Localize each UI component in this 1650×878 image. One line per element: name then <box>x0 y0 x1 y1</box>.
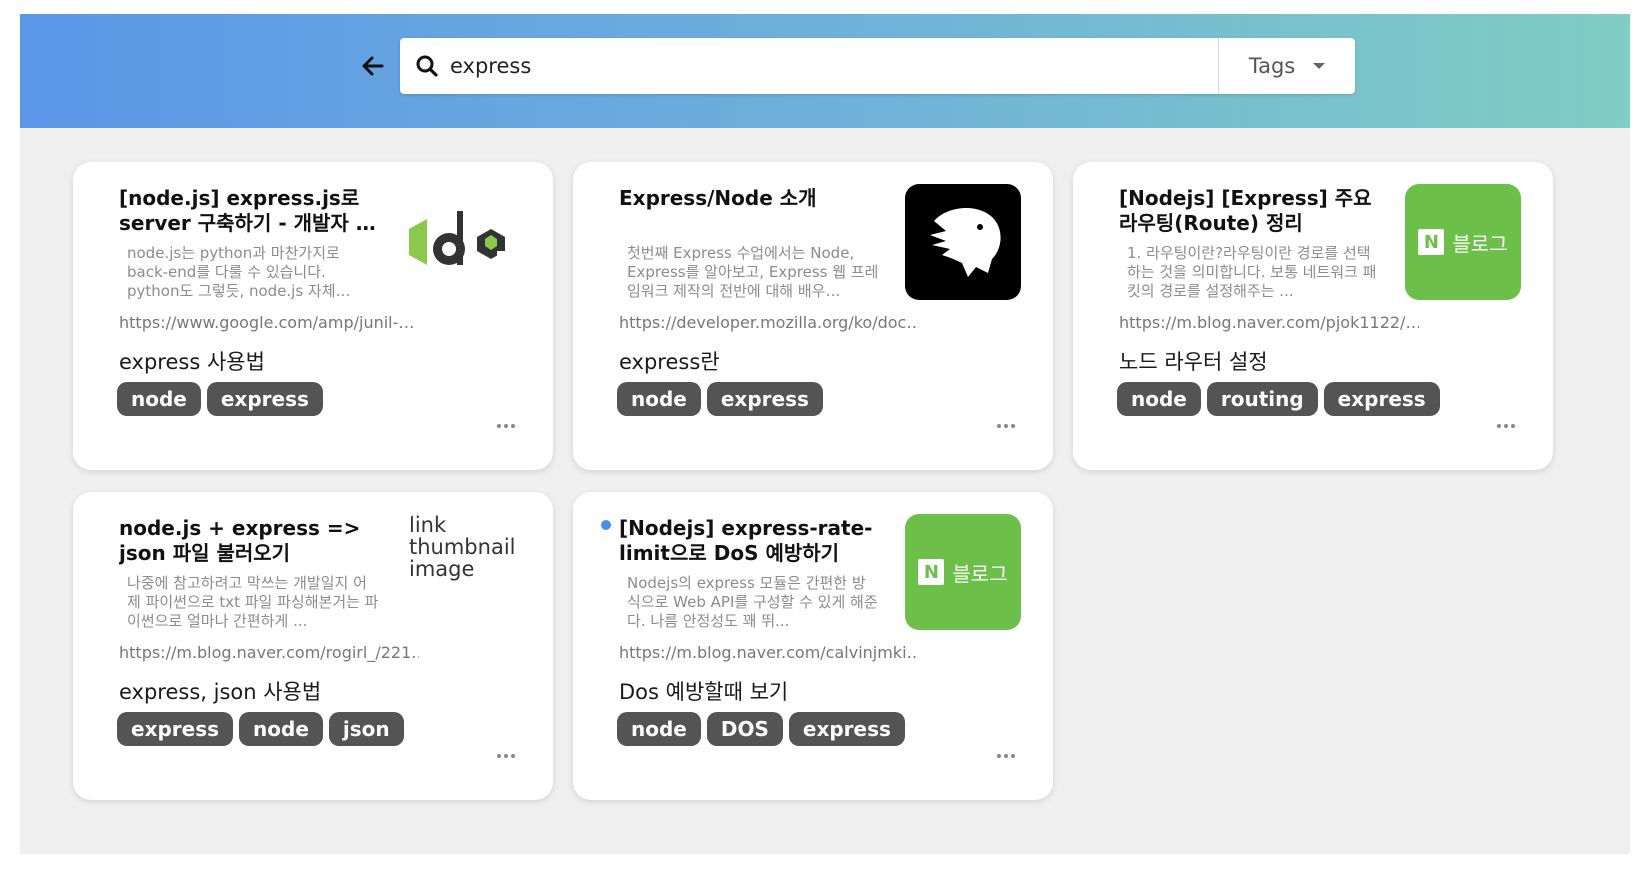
naver-blog-thumbnail: N 블로그 <box>905 514 1021 630</box>
tag-chip[interactable]: node <box>117 382 201 416</box>
tag-chip[interactable]: node <box>239 712 323 746</box>
card-tags: node express <box>617 382 823 416</box>
header-bar: Tags <box>20 14 1630 128</box>
bookmark-card[interactable]: Express/Node 소개 첫번째 Express 수업에서는 Node, … <box>573 162 1053 470</box>
tag-chip[interactable]: routing <box>1206 382 1318 416</box>
card-url[interactable]: https://m.blog.naver.com/rogirl_/221… <box>119 643 419 662</box>
card-url[interactable]: https://developer.mozilla.org/ko/doc… <box>619 313 919 332</box>
broken-image-thumbnail: link thumbnail image <box>405 514 525 630</box>
naver-blog-thumbnail: N 블로그 <box>1405 184 1521 300</box>
more-options-icon[interactable] <box>497 424 515 428</box>
card-title[interactable]: Express/Node 소개 <box>619 186 879 211</box>
card-tags: node express <box>117 382 323 416</box>
more-options-icon[interactable] <box>497 754 515 758</box>
naver-n-icon: N <box>1418 229 1445 255</box>
tag-chip[interactable]: json <box>328 712 404 746</box>
caret-down-icon <box>1313 63 1326 69</box>
node-logo-thumbnail <box>405 184 521 300</box>
tags-dropdown-label: Tags <box>1248 54 1296 78</box>
card-description: 첫번째 Express 수업에서는 Node, Express를 알아보고, E… <box>627 244 879 300</box>
card-tags: node DOS express <box>617 712 905 746</box>
app-frame: Tags [node.js] express.js로 server 구축하기 -… <box>20 14 1630 854</box>
card-url[interactable]: https://m.blog.naver.com/calvinjmki… <box>619 643 919 662</box>
card-description: Nodejs의 express 모듈은 간편한 방식으로 Web API를 구성… <box>627 574 878 630</box>
card-url[interactable]: https://m.blog.naver.com/pjok1122/… <box>1119 313 1419 332</box>
bookmark-card[interactable]: [Nodejs] express-rate-limit으로 DoS 예방하기 N… <box>573 492 1053 800</box>
bookmark-card[interactable]: [node.js] express.js로 server 구축하기 - 개발자 … <box>73 162 553 470</box>
tag-chip[interactable]: express <box>206 382 323 416</box>
tag-chip[interactable]: express <box>1323 382 1440 416</box>
search-input[interactable] <box>448 38 1218 94</box>
naver-blog-label: 블로그 <box>952 561 1008 586</box>
mdn-dino-thumbnail <box>905 184 1021 300</box>
tag-chip[interactable]: node <box>617 712 701 746</box>
tag-chip[interactable]: express <box>788 712 905 746</box>
card-description: node.js는 python과 마찬가지로 back-end를 다룰 수 있습… <box>127 244 351 300</box>
search-bar: Tags <box>400 38 1355 94</box>
arrow-left-icon <box>362 56 384 76</box>
tag-chip[interactable]: express <box>117 712 234 746</box>
card-description: 1. 라우팅이란?라우팅이란 경로를 선택하는 것을 의미합니다. 보통 네트워… <box>1127 244 1377 300</box>
tag-chip[interactable]: node <box>1117 382 1201 416</box>
more-options-icon[interactable] <box>997 754 1015 758</box>
card-url[interactable]: https://www.google.com/amp/junil-… <box>119 313 419 332</box>
card-memo: express 사용법 <box>119 350 265 374</box>
search-icon <box>416 55 438 77</box>
more-options-icon[interactable] <box>1497 424 1515 428</box>
thumbnail-alt-text: link thumbnail image <box>409 514 516 581</box>
card-title[interactable]: [node.js] express.js로 server 구축하기 - 개발자 … <box>119 186 379 236</box>
tag-chip[interactable]: node <box>617 382 701 416</box>
card-memo: express, json 사용법 <box>119 680 322 704</box>
card-memo: Dos 예방할때 보기 <box>619 680 789 704</box>
bookmark-card[interactable]: node.js + express => json 파일 불러오기 나중에 참고… <box>73 492 553 800</box>
tags-dropdown[interactable]: Tags <box>1218 38 1355 94</box>
back-button[interactable] <box>358 51 388 81</box>
naver-n-icon: N <box>918 559 945 585</box>
tag-chip[interactable]: express <box>706 382 823 416</box>
unread-dot <box>601 520 611 530</box>
card-title[interactable]: [Nodejs] [Express] 주요 라우팅(Route) 정리 <box>1119 186 1379 236</box>
card-title[interactable]: node.js + express => json 파일 불러오기 <box>119 516 379 566</box>
card-tags: express node json <box>117 712 404 746</box>
naver-blog-label: 블로그 <box>1452 231 1508 256</box>
card-description: 나중에 참고하려고 막쓰는 개발일지 어제 파이썬으로 txt 파일 파싱해본거… <box>127 574 379 630</box>
more-options-icon[interactable] <box>997 424 1015 428</box>
card-memo: express란 <box>619 350 720 374</box>
card-tags: node routing express <box>1117 382 1440 416</box>
bookmark-card[interactable]: [Nodejs] [Express] 주요 라우팅(Route) 정리 1. 라… <box>1073 162 1553 470</box>
tag-chip[interactable]: DOS <box>706 712 783 746</box>
card-memo: 노드 라우터 설정 <box>1119 350 1268 374</box>
card-title[interactable]: [Nodejs] express-rate-limit으로 DoS 예방하기 <box>619 516 879 566</box>
